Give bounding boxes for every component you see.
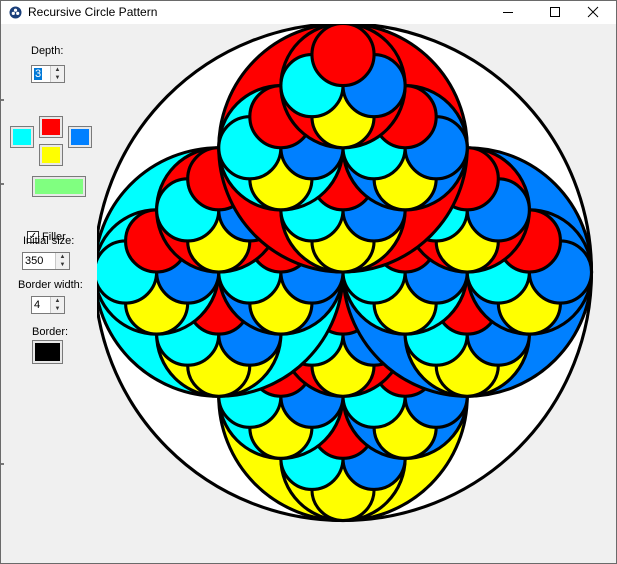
depth-value[interactable]: 3: [34, 68, 43, 80]
pattern-circle-top: [310, 24, 376, 88]
window-title: Recursive Circle Pattern: [28, 5, 158, 19]
initial-size-down-arrow-icon[interactable]: ▼: [56, 261, 69, 269]
right-color-swatch[interactable]: [68, 126, 92, 148]
pattern-canvas[interactable]: [97, 24, 616, 563]
initial-size-spinner[interactable]: 350 ▲ ▼: [22, 252, 70, 270]
initial-size-value[interactable]: 350: [25, 254, 43, 268]
filler-color-fill: [35, 179, 83, 194]
border-width-spinner[interactable]: 4 ▲ ▼: [31, 296, 65, 314]
depth-spinner[interactable]: 3 ▲ ▼: [31, 65, 65, 83]
close-icon: [587, 6, 599, 18]
app-icon: [9, 6, 22, 19]
border-width-value[interactable]: 4: [34, 298, 40, 312]
minimize-button[interactable]: [485, 1, 531, 24]
filler-color-swatch[interactable]: [32, 176, 86, 197]
initial-size-label: Initial size:: [23, 235, 75, 247]
bottom-color-swatch[interactable]: [39, 144, 63, 166]
border-color-fill: [35, 343, 60, 361]
border-width-label: Border width:: [18, 279, 83, 291]
depth-label: Depth:: [31, 45, 64, 57]
title-bar[interactable]: Recursive Circle Pattern: [1, 1, 616, 24]
top-color-swatch[interactable]: [39, 116, 63, 138]
control-panel: Depth: 3 ▲ ▼ ✓ Filler Initial size: 350: [1, 24, 97, 563]
top-color-fill: [42, 119, 60, 135]
depth-down-arrow-icon[interactable]: ▼: [51, 74, 64, 82]
border-color-swatch[interactable]: [32, 340, 63, 364]
left-color-swatch[interactable]: [10, 126, 34, 148]
app-window: Recursive Circle Pattern Depth: 3 ▲ ▼ ✓ …: [0, 0, 617, 564]
bottom-color-fill: [42, 147, 60, 163]
left-color-fill: [13, 129, 31, 145]
close-button[interactable]: [570, 1, 616, 24]
right-color-fill: [71, 129, 89, 145]
border-label: Border:: [32, 326, 69, 338]
border-width-down-arrow-icon[interactable]: ▼: [51, 305, 64, 313]
maximize-icon: [550, 7, 560, 17]
